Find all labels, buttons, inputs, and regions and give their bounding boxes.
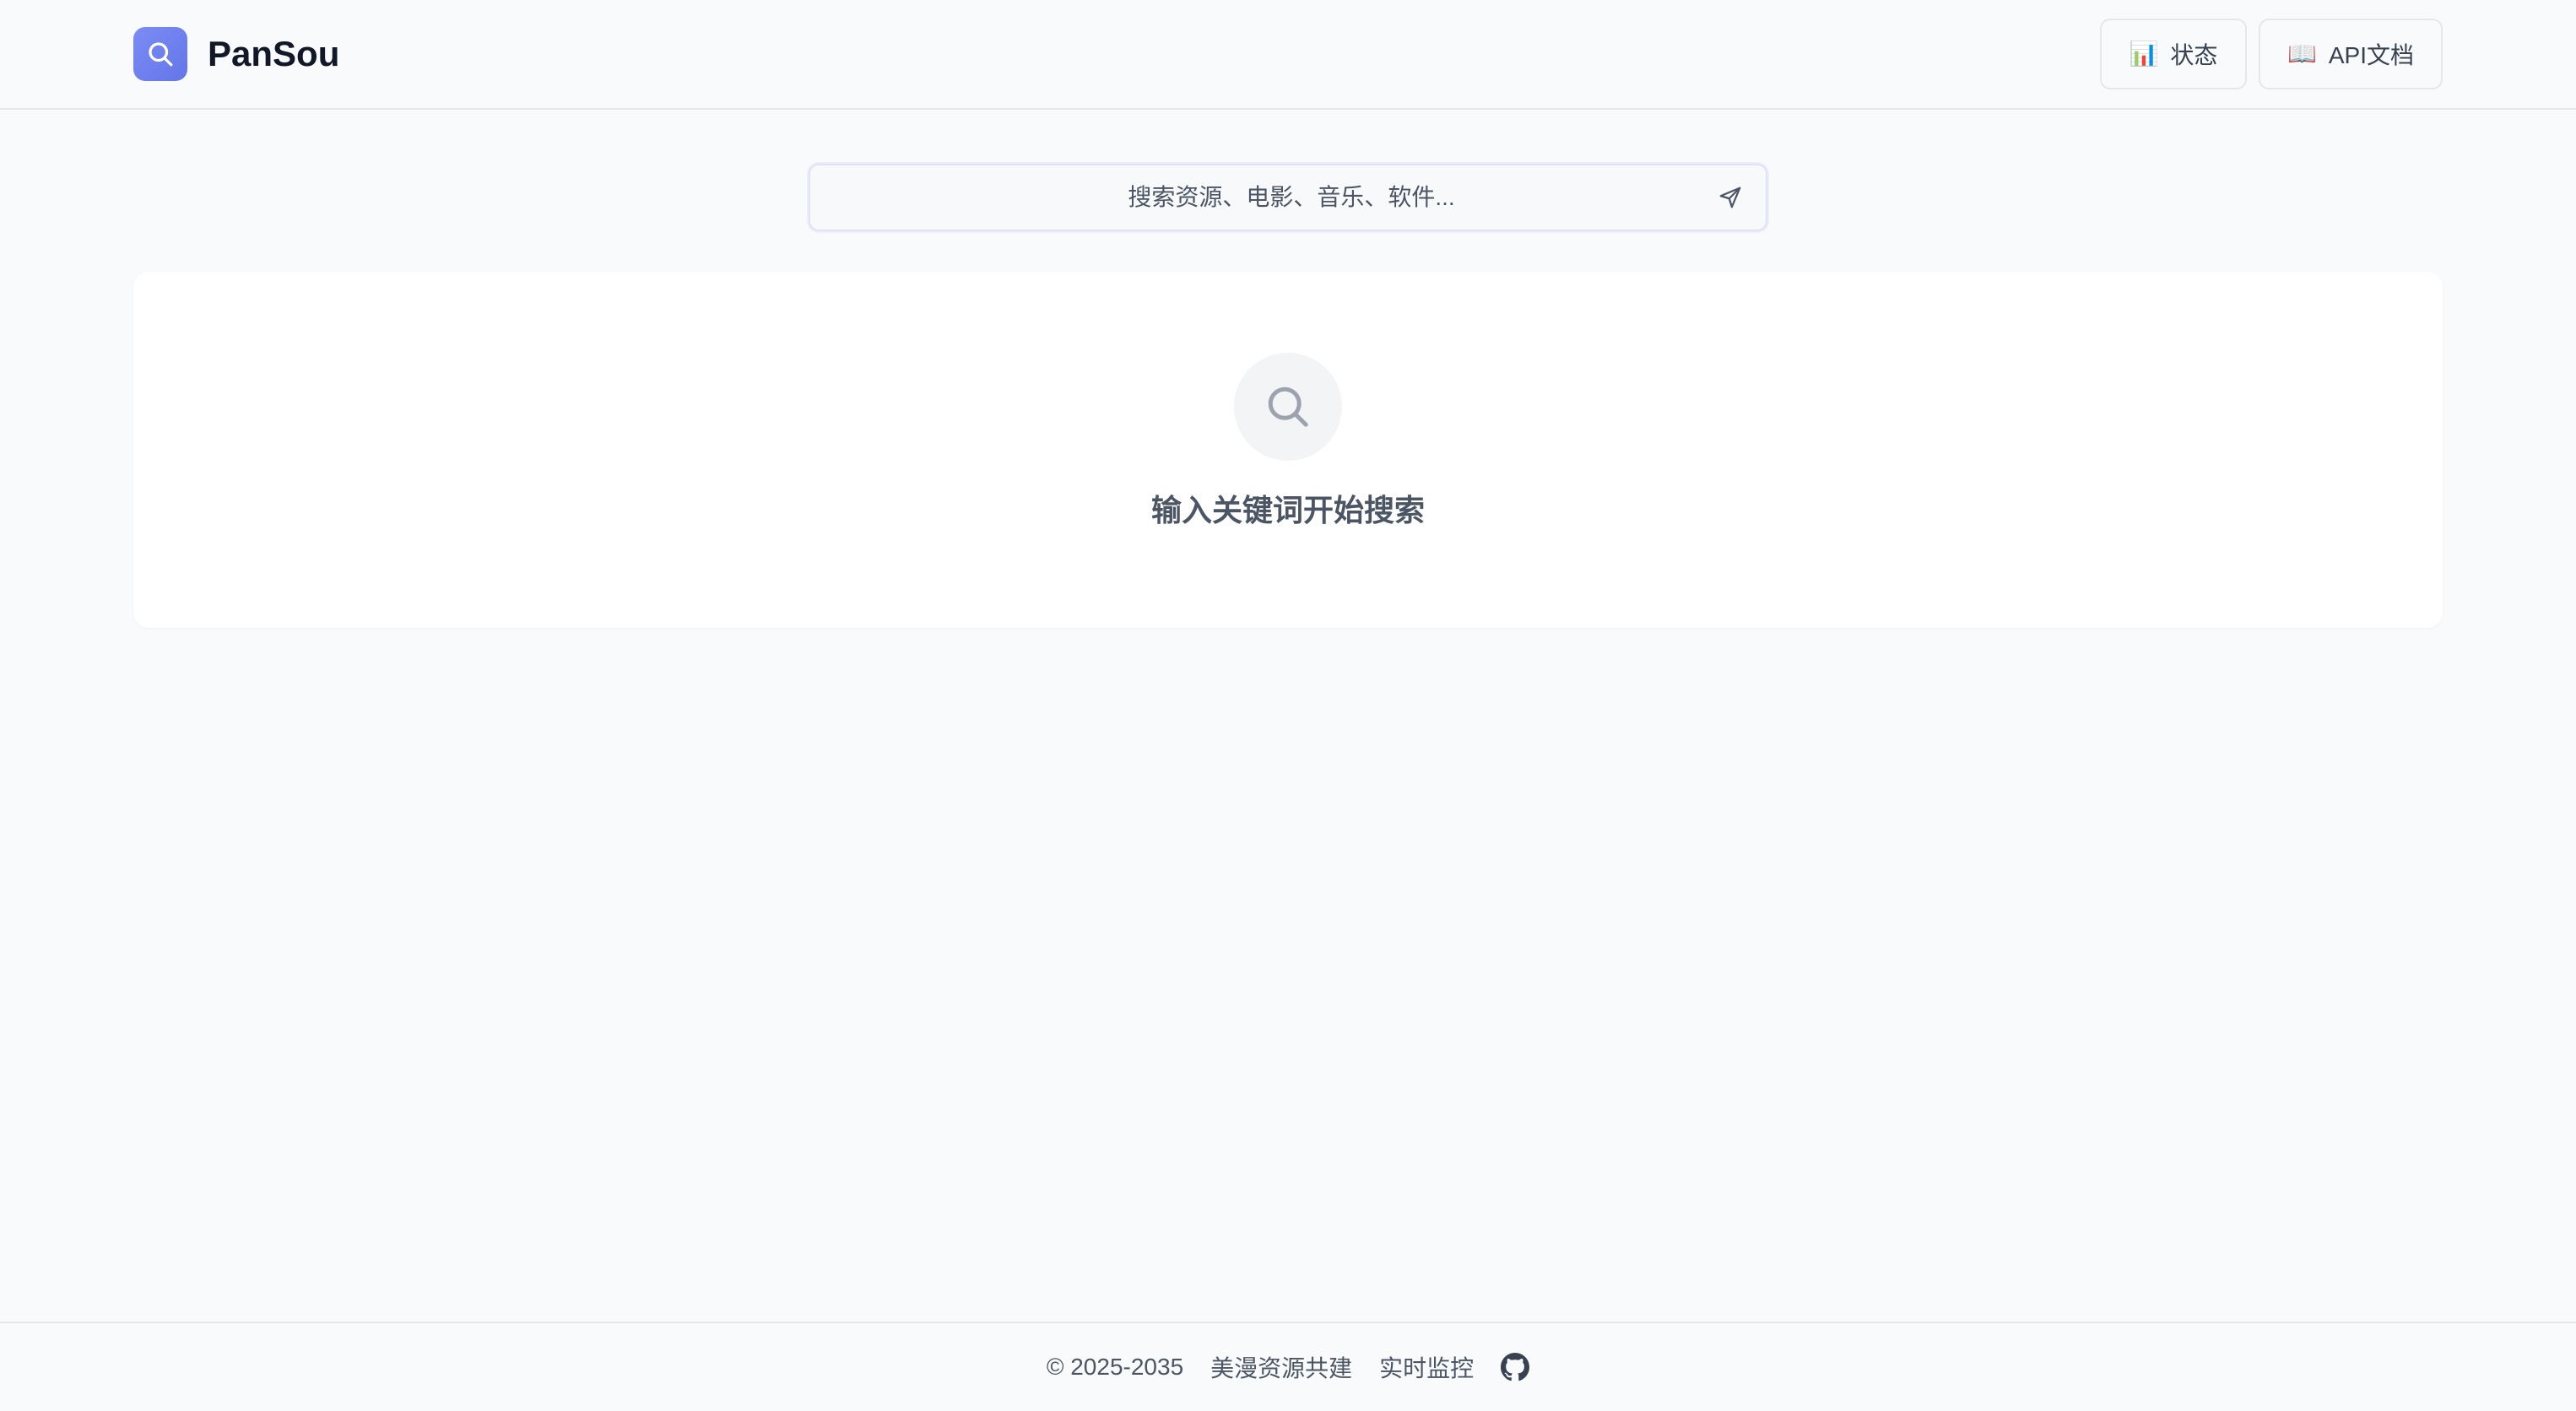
copyright-text: © 2025-2035 [1046,1354,1184,1380]
footer: © 2025-2035 美漫资源共建 实时监控 [0,1322,2576,1411]
monitor-link[interactable]: 实时监控 [1379,1350,1474,1384]
status-button[interactable]: 📊 状态 [2100,19,2247,89]
api-docs-button-label: API文档 [2328,42,2414,68]
search-input[interactable] [810,165,1705,230]
page: PanSou 📊 状态 📖 API文档 输入关键词开始搜索 [0,0,2576,1411]
bar-chart-icon: 📊 [2129,41,2159,67]
search-icon [1234,353,1342,461]
logo-search-icon[interactable] [133,27,187,81]
search-bar [809,164,1767,231]
github-icon[interactable] [1501,1353,1530,1381]
brand-title[interactable]: PanSou [208,30,339,78]
api-docs-button[interactable]: 📖 API文档 [2259,19,2443,89]
results-card: 输入关键词开始搜索 [133,272,2443,628]
community-link[interactable]: 美漫资源共建 [1210,1350,1352,1384]
send-icon[interactable] [1713,181,1747,214]
book-icon: 📖 [2286,41,2317,67]
empty-state-message: 输入关键词开始搜索 [1150,493,1425,527]
status-button-label: 状态 [2170,42,2218,68]
top-bar: PanSou 📊 状态 📖 API文档 [0,0,2576,110]
